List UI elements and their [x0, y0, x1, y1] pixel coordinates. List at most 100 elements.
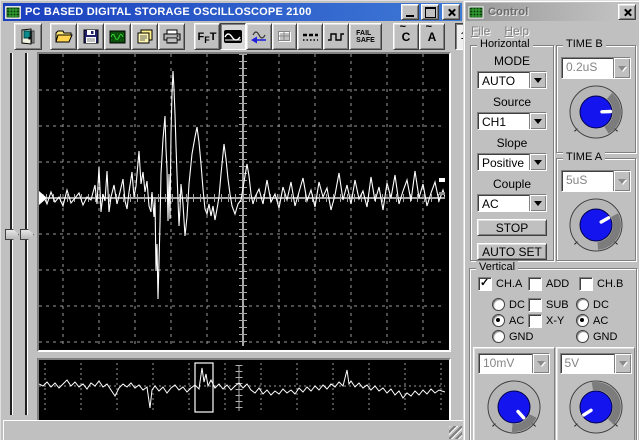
- checkbox-box[interactable]: [528, 298, 542, 312]
- checkbox-box[interactable]: [528, 277, 542, 291]
- tilde-c-icon: ~ C: [399, 20, 411, 44]
- radio-circle[interactable]: [576, 298, 589, 311]
- close-icon: [623, 8, 632, 17]
- slider-thumb[interactable]: [5, 229, 19, 240]
- control-close-button[interactable]: [618, 4, 636, 20]
- source-select[interactable]: CH1: [477, 112, 547, 130]
- control-titlebar[interactable]: Control: [466, 3, 638, 21]
- waveform-display-button[interactable]: [220, 23, 246, 50]
- time-b-value: 0.2uS: [566, 60, 598, 74]
- save-button[interactable]: [77, 23, 104, 50]
- chevron-down-icon: [618, 65, 626, 75]
- mode-select[interactable]: AUTO: [477, 71, 547, 89]
- ch-a-gain-knob[interactable]: [483, 376, 545, 440]
- control-window: Control File Help Horizontal MODE AUTO S…: [463, 0, 639, 440]
- checkbox-box[interactable]: [579, 277, 593, 291]
- ch-b-range-value: 5V: [564, 356, 580, 370]
- ch-b-checkbox[interactable]: CH.B: [579, 277, 623, 291]
- dropdown-button[interactable]: [529, 154, 546, 170]
- checkbox-box[interactable]: [478, 276, 492, 291]
- mode-label: MODE: [494, 54, 530, 68]
- print-button[interactable]: [158, 23, 185, 50]
- menu-file[interactable]: File: [471, 24, 490, 38]
- recall-wave-button[interactable]: [246, 23, 272, 50]
- source-value: CH1: [482, 115, 507, 129]
- radio-circle[interactable]: [576, 330, 589, 343]
- couple-label: Couple: [492, 177, 532, 191]
- time-b-knob[interactable]: [565, 81, 627, 146]
- ch-b-dc-radio[interactable]: DC: [576, 298, 609, 311]
- ch-a-range-select: 10mV: [478, 353, 550, 374]
- chevron-down-icon: [618, 361, 627, 370]
- minimize-button[interactable]: [401, 4, 419, 20]
- resize-grip[interactable]: [449, 426, 462, 439]
- open-button[interactable]: [50, 23, 77, 50]
- horizontal-group: Horizontal MODE AUTO Source CH1 Slope Po…: [470, 38, 554, 261]
- radio-circle[interactable]: [492, 298, 505, 311]
- xy-checkbox[interactable]: X-Y: [528, 314, 564, 328]
- copy-notes-button[interactable]: [131, 23, 158, 50]
- checkbox-box[interactable]: [528, 314, 542, 328]
- slope-select[interactable]: Positive: [477, 153, 547, 171]
- sub-checkbox[interactable]: SUB: [528, 298, 569, 312]
- time-b-group-label: TIME B: [563, 38, 606, 50]
- notes-icon: [137, 29, 152, 44]
- chevron-down-icon: [534, 118, 542, 128]
- ch-a-gnd-radio[interactable]: GND: [492, 330, 533, 343]
- calibrate-a-button[interactable]: ~ A: [419, 20, 445, 50]
- dropdown-button[interactable]: [529, 195, 546, 211]
- vertical-group: Vertical CH.A ADD CH.B DC AC: [469, 261, 637, 440]
- overview-scope-display[interactable]: [37, 358, 451, 422]
- add-checkbox[interactable]: ADD: [528, 277, 569, 291]
- menu-bar: File Help: [467, 22, 529, 39]
- mode-value: AUTO: [482, 74, 516, 88]
- ch-a-ac-radio[interactable]: AC: [492, 314, 524, 327]
- square-wave-button[interactable]: [323, 23, 349, 50]
- close-button[interactable]: [442, 4, 460, 20]
- dashed-line-icon: [302, 33, 318, 41]
- fft-label: F: [197, 30, 205, 43]
- tilde-a-icon: ~ A: [425, 20, 437, 44]
- main-scope-display[interactable]: [37, 52, 451, 352]
- source-label: Source: [492, 95, 532, 109]
- maximize-button[interactable]: [421, 4, 439, 20]
- ch-b-gain-knob[interactable]: [565, 376, 627, 440]
- channel-b-position-slider[interactable]: [20, 53, 34, 415]
- radio-circle[interactable]: [492, 330, 505, 343]
- exit-button[interactable]: [14, 23, 42, 50]
- horizontal-group-label: Horizontal: [477, 38, 533, 50]
- oscilloscope-window: PC BASED DIGITAL STORAGE OSCILLOSCOPE 21…: [0, 0, 508, 440]
- menu-help[interactable]: Help: [504, 24, 529, 38]
- app-icon: [5, 5, 21, 19]
- blue-arrow-wave-icon: [251, 30, 266, 43]
- fft-button[interactable]: FFT: [194, 23, 220, 50]
- auto-set-button[interactable]: AUTO SET: [477, 243, 547, 260]
- trigger-level-marker[interactable]: [39, 191, 47, 205]
- radio-circle[interactable]: [492, 314, 505, 327]
- dropdown-button[interactable]: [529, 113, 546, 129]
- time-a-select: 5uS: [561, 170, 631, 192]
- failsafe-button[interactable]: FAIL SAFE: [349, 23, 382, 50]
- ch-b-ac-radio[interactable]: AC: [576, 314, 608, 327]
- line-style-button[interactable]: [297, 23, 323, 50]
- couple-select[interactable]: AC: [477, 194, 547, 212]
- ch-a-range-value: 10mV: [483, 356, 515, 370]
- control-icon: [468, 6, 484, 18]
- ch-a-dc-radio[interactable]: DC: [492, 298, 525, 311]
- time-a-knob[interactable]: [565, 194, 627, 259]
- overview-grid: [39, 363, 445, 413]
- radio-circle[interactable]: [576, 314, 589, 327]
- capture-screen-button[interactable]: [104, 23, 131, 50]
- close-icon: [447, 8, 456, 17]
- failsafe-label-1: FAIL: [356, 29, 372, 37]
- ch-b-gnd-radio[interactable]: GND: [576, 330, 617, 343]
- channel-a-position-slider[interactable]: [5, 53, 19, 415]
- stop-button[interactable]: STOP: [477, 219, 547, 236]
- dropdown-button[interactable]: [529, 72, 546, 88]
- time-b-select: 0.2uS: [561, 57, 631, 79]
- slider-thumb[interactable]: [20, 229, 34, 240]
- ch-a-checkbox[interactable]: CH.A: [478, 276, 522, 291]
- dropdown-button: [613, 171, 630, 191]
- calibrate-c-button[interactable]: ~ C: [393, 20, 419, 50]
- main-titlebar[interactable]: PC BASED DIGITAL STORAGE OSCILLOSCOPE 21…: [3, 3, 462, 21]
